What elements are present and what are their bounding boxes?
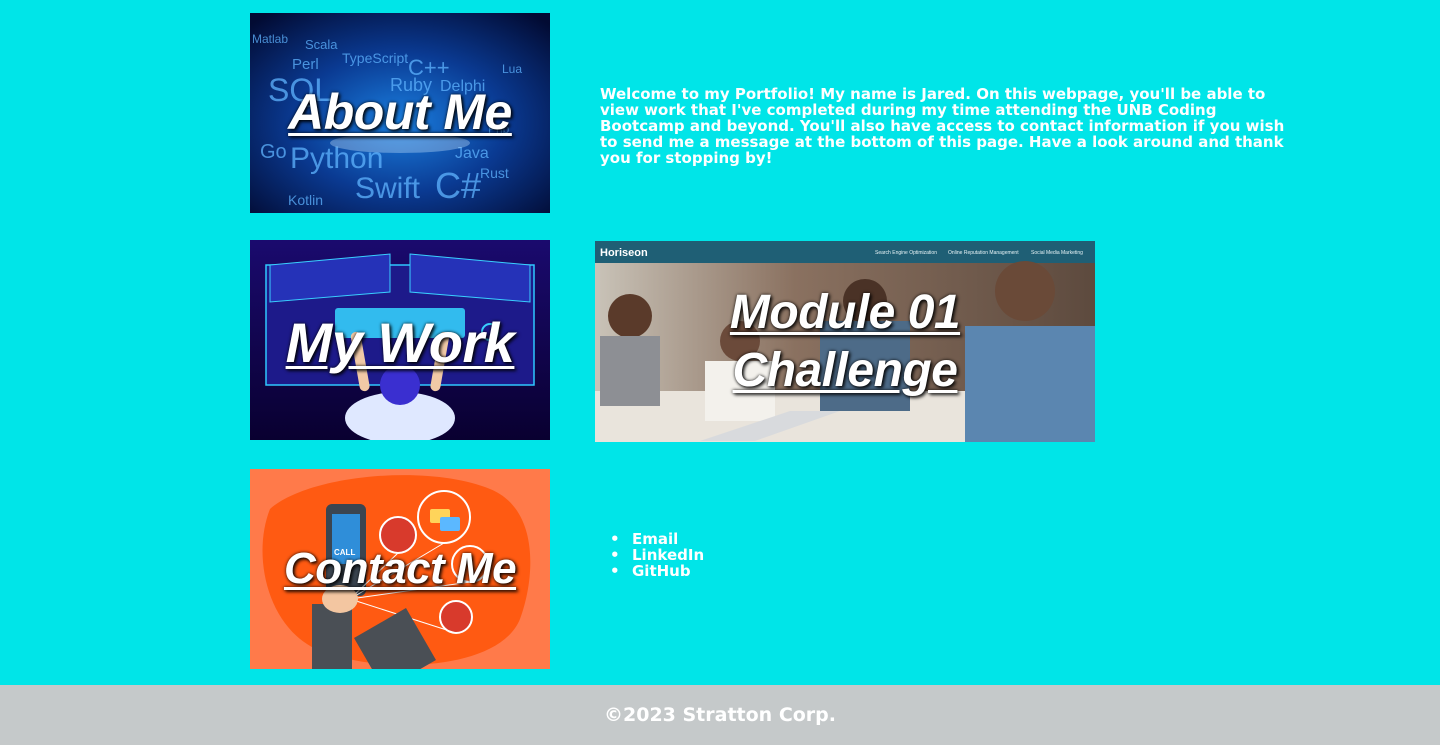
svg-text:TypeScript: TypeScript	[342, 50, 408, 66]
svg-text:Lua: Lua	[502, 62, 522, 76]
svg-text:Kotlin: Kotlin	[288, 192, 323, 208]
svg-text:C#: C#	[435, 165, 481, 206]
svg-text:Social Media Marketing: Social Media Marketing	[1031, 250, 1083, 256]
svg-text:Scala: Scala	[305, 37, 338, 52]
svg-text:Search Engine Optimization: Search Engine Optimization	[875, 250, 937, 256]
copyright-text: ©2023 Stratton Corp.	[604, 704, 836, 726]
svg-text:Swift: Swift	[355, 172, 421, 205]
svg-text:Go: Go	[260, 141, 287, 163]
module-01-challenge-tile[interactable]: Horiseon Search Engine Optimization Onli…	[595, 241, 1095, 442]
intro-paragraph: Welcome to my Portfolio! My name is Jare…	[600, 85, 1285, 167]
contact-me-tile[interactable]: CALL Contact Me	[250, 469, 550, 669]
svg-text:Matlab: Matlab	[252, 32, 288, 46]
list-item: GitHub	[610, 563, 704, 579]
about-me-tile[interactable]: Matlab Scala Perl TypeScript Go SQL Ruby…	[250, 13, 550, 213]
my-work-heading[interactable]: My Work	[250, 315, 550, 371]
contact-me-heading[interactable]: Contact Me	[250, 547, 550, 591]
module-01-screenshot: Horiseon Search Engine Optimization Onli…	[595, 241, 1095, 442]
list-item: LinkedIn	[610, 547, 704, 563]
footer: ©2023 Stratton Corp.	[0, 685, 1440, 745]
contact-links-list: Email LinkedIn GitHub	[610, 531, 704, 579]
module-01-heading-line1[interactable]: Module 01	[595, 289, 1095, 337]
svg-text:Online Reputation Management: Online Reputation Management	[948, 250, 1019, 256]
my-work-tile[interactable]: My Work	[250, 240, 550, 440]
module-01-heading-line2[interactable]: Challenge	[595, 347, 1095, 395]
svg-text:Rust: Rust	[480, 165, 509, 181]
svg-text:C++: C++	[408, 55, 450, 80]
about-me-heading[interactable]: About Me	[250, 87, 550, 137]
svg-text:Perl: Perl	[292, 56, 319, 73]
github-link[interactable]: GitHub	[632, 562, 691, 580]
svg-text:Horiseon: Horiseon	[600, 247, 648, 259]
list-item: Email	[610, 531, 704, 547]
